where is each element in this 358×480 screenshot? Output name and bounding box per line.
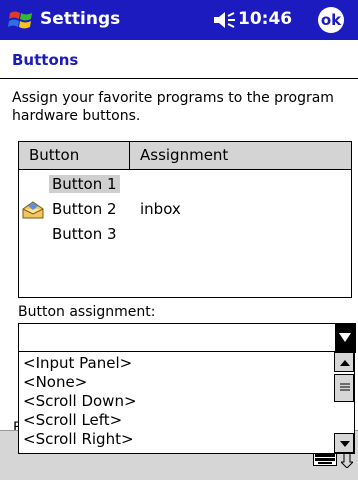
dropdown-option[interactable]: <Scroll Left>	[23, 411, 122, 430]
instructions-text: Assign your favorite programs to the pro…	[12, 90, 334, 124]
column-header-button[interactable]: Button	[29, 146, 79, 164]
scroll-up-button[interactable]	[334, 352, 354, 372]
keyboard-icon[interactable]	[313, 452, 337, 466]
list-row-button-3[interactable]: Button 3	[19, 223, 351, 248]
button-name: Button 1	[49, 175, 120, 193]
title-bar: Settings 10:46 ok	[0, 0, 358, 40]
scroll-down-button[interactable]	[334, 433, 354, 453]
list-header: Button Assignment	[19, 142, 351, 170]
button-assignment-list[interactable]: Button Assignment Button 1 Button 2 inbo…	[18, 141, 352, 298]
app-title: Settings	[40, 9, 121, 29]
assignment-dropdown-list[interactable]: <Input Panel> <None> <Scroll Down> <Scro…	[18, 351, 336, 454]
envelope-icon	[22, 201, 44, 219]
dropdown-option[interactable]: <Scroll Right>	[23, 430, 134, 449]
button-name: Button 2	[52, 200, 117, 218]
list-row-button-2[interactable]: Button 2 inbox	[19, 198, 351, 223]
dropdown-option[interactable]: <Scroll Down>	[23, 392, 137, 411]
arrow-up-icon	[340, 360, 350, 366]
button-name: Button 3	[52, 225, 117, 243]
windows-start-icon[interactable]	[6, 5, 36, 35]
dropdown-option[interactable]: <Input Panel>	[23, 354, 132, 373]
dropdown-option[interactable]: <None>	[23, 373, 87, 392]
scroll-thumb[interactable]	[334, 374, 354, 402]
chevron-down-icon	[339, 333, 351, 342]
column-divider[interactable]	[129, 142, 130, 169]
button-assignment-label: Button assignment:	[18, 304, 156, 320]
column-header-assignment[interactable]: Assignment	[140, 146, 228, 164]
list-row-button-1[interactable]: Button 1	[19, 173, 351, 198]
arrow-down-icon	[340, 441, 350, 447]
clock[interactable]: 10:46	[238, 9, 292, 29]
button-assignment: inbox	[140, 200, 181, 218]
page-title: Buttons	[12, 51, 79, 69]
dropdown-scrollbar[interactable]	[334, 351, 355, 454]
button-assignment-combo[interactable]	[18, 323, 356, 353]
volume-icon[interactable]	[212, 9, 236, 31]
combo-dropdown-button[interactable]	[335, 324, 355, 352]
heading-divider	[0, 78, 358, 79]
grip-icon	[340, 383, 350, 391]
ok-button[interactable]: ok	[318, 7, 344, 33]
